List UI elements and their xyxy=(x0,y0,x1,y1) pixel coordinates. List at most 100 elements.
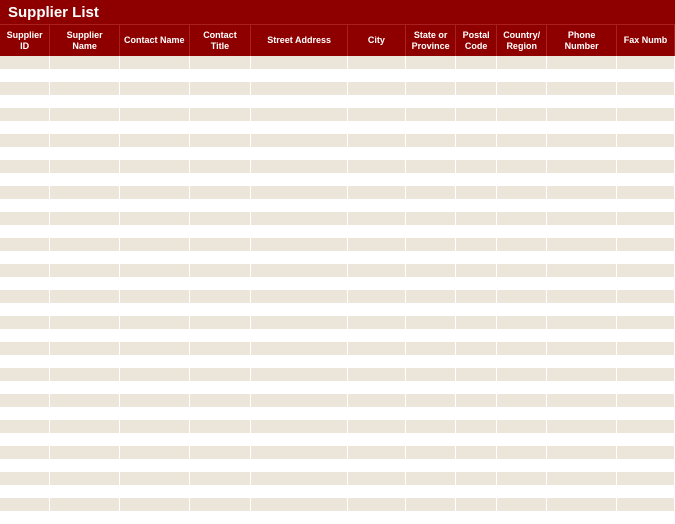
table-cell[interactable] xyxy=(120,82,190,95)
table-cell[interactable] xyxy=(456,420,497,433)
table-cell[interactable] xyxy=(120,121,190,134)
table-row[interactable] xyxy=(0,381,675,394)
table-cell[interactable] xyxy=(456,446,497,459)
table-cell[interactable] xyxy=(190,355,252,368)
table-cell[interactable] xyxy=(547,420,617,433)
table-cell[interactable] xyxy=(190,290,252,303)
table-cell[interactable] xyxy=(190,420,252,433)
table-cell[interactable] xyxy=(617,290,675,303)
table-row[interactable] xyxy=(0,329,675,342)
table-cell[interactable] xyxy=(456,199,497,212)
table-cell[interactable] xyxy=(251,342,348,355)
table-cell[interactable] xyxy=(251,368,348,381)
table-cell[interactable] xyxy=(456,108,497,121)
table-cell[interactable] xyxy=(120,511,190,524)
table-cell[interactable] xyxy=(547,394,617,407)
table-cell[interactable] xyxy=(497,121,547,134)
table-row[interactable] xyxy=(0,368,675,381)
table-cell[interactable] xyxy=(348,459,406,472)
table-row[interactable] xyxy=(0,225,675,238)
table-cell[interactable] xyxy=(190,108,252,121)
table-cell[interactable] xyxy=(406,160,456,173)
table-cell[interactable] xyxy=(120,433,190,446)
table-cell[interactable] xyxy=(547,199,617,212)
table-cell[interactable] xyxy=(251,95,348,108)
table-cell[interactable] xyxy=(456,329,497,342)
table-cell[interactable] xyxy=(50,69,120,82)
table-cell[interactable] xyxy=(406,355,456,368)
table-cell[interactable] xyxy=(456,498,497,511)
table-cell[interactable] xyxy=(617,147,675,160)
table-cell[interactable] xyxy=(190,381,252,394)
table-cell[interactable] xyxy=(0,433,50,446)
table-cell[interactable] xyxy=(348,472,406,485)
table-cell[interactable] xyxy=(251,316,348,329)
table-cell[interactable] xyxy=(617,225,675,238)
table-cell[interactable] xyxy=(190,329,252,342)
table-cell[interactable] xyxy=(406,368,456,381)
table-cell[interactable] xyxy=(406,277,456,290)
table-cell[interactable] xyxy=(251,459,348,472)
table-cell[interactable] xyxy=(190,173,252,186)
table-cell[interactable] xyxy=(120,160,190,173)
table-cell[interactable] xyxy=(190,56,252,69)
table-cell[interactable] xyxy=(120,329,190,342)
table-row[interactable] xyxy=(0,121,675,134)
table-cell[interactable] xyxy=(0,498,50,511)
table-cell[interactable] xyxy=(547,277,617,290)
table-cell[interactable] xyxy=(120,212,190,225)
table-cell[interactable] xyxy=(456,186,497,199)
table-cell[interactable] xyxy=(547,160,617,173)
table-cell[interactable] xyxy=(50,511,120,524)
table-cell[interactable] xyxy=(406,420,456,433)
table-cell[interactable] xyxy=(50,381,120,394)
table-cell[interactable] xyxy=(50,186,120,199)
table-cell[interactable] xyxy=(497,394,547,407)
table-cell[interactable] xyxy=(547,238,617,251)
table-cell[interactable] xyxy=(617,511,675,524)
table-cell[interactable] xyxy=(456,485,497,498)
table-cell[interactable] xyxy=(190,121,252,134)
table-row[interactable] xyxy=(0,173,675,186)
table-cell[interactable] xyxy=(617,160,675,173)
table-cell[interactable] xyxy=(251,381,348,394)
table-cell[interactable] xyxy=(456,368,497,381)
table-cell[interactable] xyxy=(497,407,547,420)
table-cell[interactable] xyxy=(547,212,617,225)
table-cell[interactable] xyxy=(120,498,190,511)
table-cell[interactable] xyxy=(406,342,456,355)
table-cell[interactable] xyxy=(547,264,617,277)
table-cell[interactable] xyxy=(406,459,456,472)
table-cell[interactable] xyxy=(348,381,406,394)
table-cell[interactable] xyxy=(547,342,617,355)
table-cell[interactable] xyxy=(456,277,497,290)
table-cell[interactable] xyxy=(120,147,190,160)
table-cell[interactable] xyxy=(0,472,50,485)
table-cell[interactable] xyxy=(547,82,617,95)
table-cell[interactable] xyxy=(348,407,406,420)
table-cell[interactable] xyxy=(50,147,120,160)
table-cell[interactable] xyxy=(50,394,120,407)
table-cell[interactable] xyxy=(50,316,120,329)
table-cell[interactable] xyxy=(617,95,675,108)
table-cell[interactable] xyxy=(50,446,120,459)
table-cell[interactable] xyxy=(50,498,120,511)
table-cell[interactable] xyxy=(0,277,50,290)
table-cell[interactable] xyxy=(348,251,406,264)
table-cell[interactable] xyxy=(406,212,456,225)
table-cell[interactable] xyxy=(547,381,617,394)
table-cell[interactable] xyxy=(406,446,456,459)
table-cell[interactable] xyxy=(348,147,406,160)
table-cell[interactable] xyxy=(617,108,675,121)
table-cell[interactable] xyxy=(456,381,497,394)
table-cell[interactable] xyxy=(50,82,120,95)
table-cell[interactable] xyxy=(547,134,617,147)
table-cell[interactable] xyxy=(406,485,456,498)
table-cell[interactable] xyxy=(0,446,50,459)
table-cell[interactable] xyxy=(251,277,348,290)
table-cell[interactable] xyxy=(120,277,190,290)
table-cell[interactable] xyxy=(497,420,547,433)
table-cell[interactable] xyxy=(0,355,50,368)
table-cell[interactable] xyxy=(617,186,675,199)
table-cell[interactable] xyxy=(497,199,547,212)
